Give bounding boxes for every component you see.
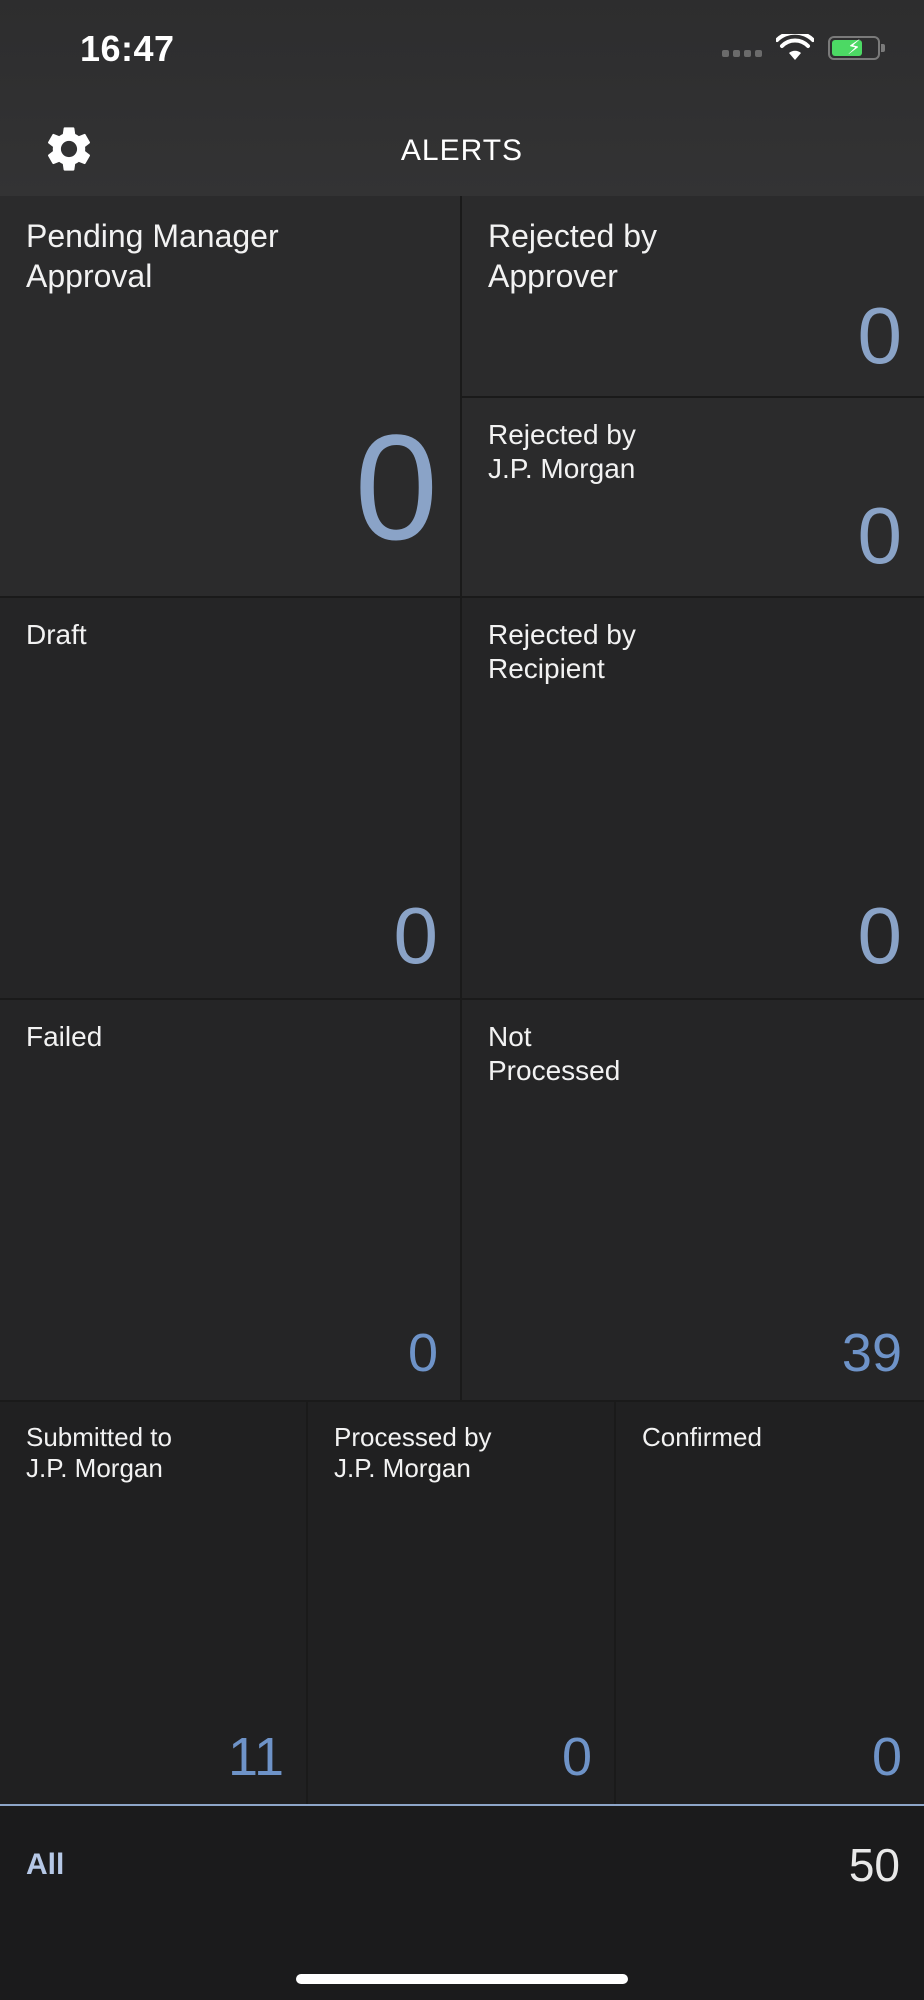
all-summary-row[interactable]: All 50 [0, 1806, 924, 2000]
home-indicator[interactable] [296, 1974, 628, 1984]
tile-label: Failed [26, 1021, 103, 1052]
tile-count: 39 [841, 1323, 902, 1383]
tile-label: Confirmed [642, 1422, 762, 1452]
tile-count: 0 [561, 1727, 592, 1787]
tile-count: 0 [871, 1727, 902, 1787]
tile-rejected-by-jpmorgan[interactable]: Rejected by J.P. Morgan 0 [462, 398, 924, 598]
cellular-signal-icon [722, 49, 762, 57]
header-bar: 16:47 ⚡ ALERTS [0, 0, 924, 196]
tile-failed[interactable]: Failed 0 [0, 1000, 462, 1402]
tile-label: Draft [26, 619, 87, 650]
tile-count: 0 [354, 403, 438, 571]
tile-rejected-by-recipient[interactable]: Rejected by Recipient 0 [462, 598, 924, 1000]
tile-label: Processed by J.P. Morgan [334, 1422, 492, 1483]
tile-count: 0 [857, 491, 903, 580]
status-icons: ⚡ [722, 34, 885, 62]
tile-label: Rejected by Approver [488, 218, 657, 294]
status-time: 16:47 [80, 28, 175, 69]
all-label: All [26, 1848, 65, 1881]
tile-count: 11 [227, 1727, 284, 1787]
tile-count: 0 [393, 891, 439, 980]
tile-count: 0 [407, 1323, 438, 1383]
tile-pending-manager-approval[interactable]: Pending Manager Approval 0 [0, 196, 462, 598]
tile-label: Rejected by Recipient [488, 619, 636, 684]
tile-count: 0 [857, 891, 903, 980]
page-title: ALERTS [400, 134, 524, 167]
battery-charging-icon: ⚡ [828, 36, 885, 60]
tile-submitted-to-jpmorgan[interactable]: Submitted to J.P. Morgan 11 [0, 1402, 308, 1804]
tile-label: Submitted to J.P. Morgan [26, 1422, 172, 1483]
tile-label: Not Processed [488, 1021, 621, 1086]
tile-draft[interactable]: Draft 0 [0, 598, 462, 1000]
tile-not-processed[interactable]: Not Processed 39 [462, 1000, 924, 1402]
tile-label: Pending Manager Approval [26, 218, 279, 294]
tile-count: 0 [857, 291, 903, 380]
wifi-icon [776, 34, 814, 60]
tile-confirmed[interactable]: Confirmed 0 [616, 1402, 924, 1804]
tile-processed-by-jpmorgan[interactable]: Processed by J.P. Morgan 0 [308, 1402, 616, 1804]
all-count: 50 [848, 1839, 900, 1891]
tile-label: Rejected by J.P. Morgan [488, 419, 636, 484]
tile-rejected-by-approver[interactable]: Rejected by Approver 0 [462, 196, 924, 398]
